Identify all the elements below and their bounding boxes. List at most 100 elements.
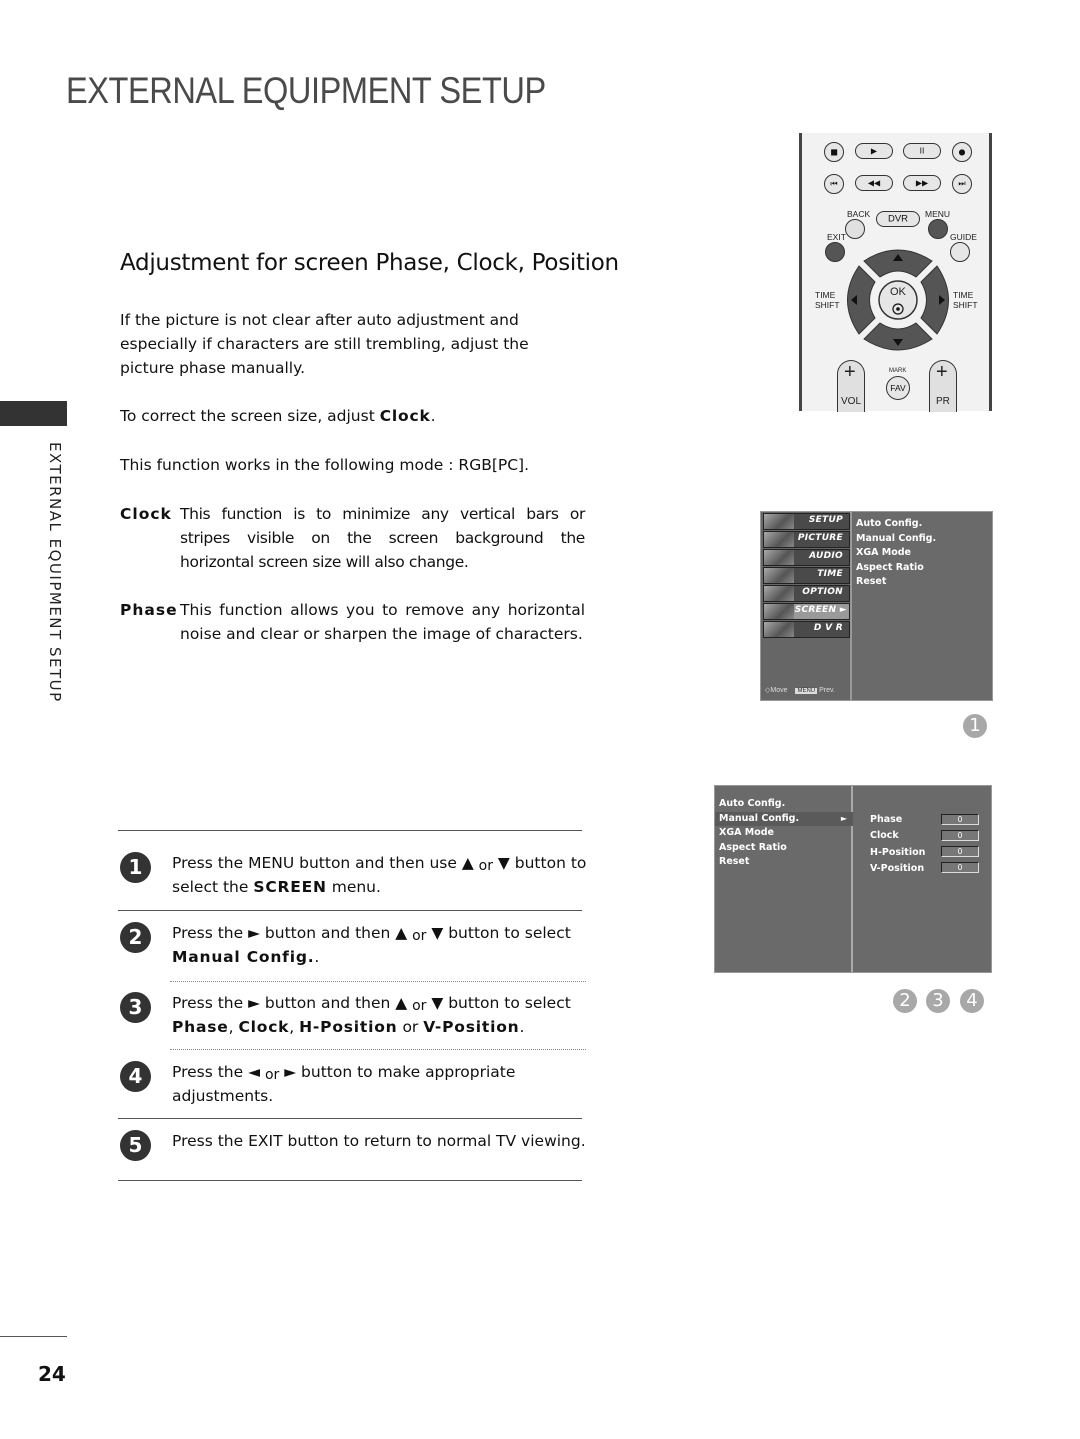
step-marker-3: 3 [926,989,950,1013]
step-number: 4 [120,1061,151,1092]
move-hint: Move [770,687,788,694]
setting-clock-label[interactable]: Clock [870,828,925,844]
setting-v-position-value[interactable]: 0 [941,862,979,873]
submenu-xga-mode[interactable]: XGA Mode [719,826,853,841]
screen-thumbnail-icon [764,604,794,619]
submenu-xga-mode[interactable]: XGA Mode [856,546,936,561]
back-label: BACK [847,209,871,219]
step-marker-4: 4 [960,989,984,1013]
skip-forward-button[interactable]: ⏭ [952,174,972,194]
submenu-manual-config-selected[interactable]: Manual Config. ► [715,811,853,826]
step-number: 5 [120,1130,151,1161]
menu-item-time[interactable]: TIME [763,567,850,584]
fav-button[interactable]: FAV [886,376,910,400]
clock-note-prefix: To correct the screen size, adjust [120,407,380,425]
picture-thumbnail-icon [764,532,794,547]
menu-item-option[interactable]: OPTION [763,585,850,602]
menu-item-setup[interactable]: SETUP [763,513,850,530]
clock-note: To correct the screen size, adjust Clock… [120,404,590,428]
timeshift-left-label-1: TIME [815,290,836,300]
menu-item-label: PICTURE [797,533,843,543]
osd-main-menu: SETUP PICTURE AUDIO TIME OPTION SCREEN ►… [760,511,993,701]
text: . [519,1018,525,1036]
or-text: or [412,928,427,944]
setting-phase-value[interactable]: 0 [941,814,979,825]
option-clock: Clock [238,1018,290,1036]
stop-button[interactable]: ■ [824,142,844,162]
skip-back-button[interactable]: ⏮ [824,174,844,194]
menu-item-screen[interactable]: SCREEN ► [763,603,850,620]
pause-button[interactable]: II [903,143,941,159]
divider [118,1118,582,1119]
setting-h-position-value[interactable]: 0 [941,846,979,857]
back-button[interactable] [845,219,865,239]
text: menu. [326,878,381,896]
skip-forward-icon: ⏭ [958,179,966,188]
submenu-label: Manual Config. [719,812,800,824]
prev-hint: Prev. [819,687,835,694]
remote-control-illustration: ■ ▶ II ● ⏮ ◀◀ ▶▶ ⏭ BACK DVR MENU EXIT GU… [799,133,992,412]
step-number: 3 [120,992,151,1023]
text: ▼ button to select [426,994,571,1012]
menu-item-label: OPTION [802,587,843,597]
osd-footer: ◇Move MENU Prev. [765,686,835,694]
submenu-auto-config[interactable]: Auto Config. [856,517,936,532]
text: or [397,1018,424,1036]
ok-label: OK [890,286,906,298]
right-arrow-icon: ► [840,813,847,823]
menu-item-picture[interactable]: PICTURE [763,531,850,548]
program-rocker[interactable]: + PR [929,360,957,412]
menu-button[interactable] [928,219,948,239]
ok-dot-center [896,307,900,311]
fast-forward-button[interactable]: ▶▶ [903,175,941,191]
text: Press the ► button and then ▲ [172,924,413,942]
text: , [289,1018,300,1036]
or-text: or [264,1067,280,1083]
step-text: Press the EXIT button to return to norma… [172,1130,590,1153]
time-thumbnail-icon [764,568,794,583]
osd-manual-config: Auto Config. Manual Config. ► XGA Mode As… [714,785,992,973]
option-phase: Phase [172,1018,229,1036]
definition-text: This function is to minimize any vertica… [180,505,585,571]
timeshift-right-label-2: SHIFT [953,300,978,310]
setting-clock-value[interactable]: 0 [941,830,979,841]
definition-term: Clock [120,505,172,523]
volume-plus-icon: + [844,361,856,383]
step-number: 2 [120,922,151,953]
page-number: 24 [38,1362,66,1386]
option-thumbnail-icon [764,586,794,601]
footer-divider [0,1336,67,1337]
submenu-reset[interactable]: Reset [719,855,853,870]
menu-item-label: SCREEN ► [794,605,847,615]
definition-phase: Phase This function allows you to remove… [120,598,585,646]
side-tab-bar [0,401,67,426]
skip-back-icon: ⏮ [830,179,838,188]
osd-settings-list: Phase Clock H-Position V-Position [870,812,925,878]
rewind-button[interactable]: ◀◀ [855,175,893,191]
pause-icon: II [919,146,925,156]
play-button[interactable]: ▶ [855,143,893,159]
dvr-label: DVR [887,213,909,225]
submenu-aspect-ratio[interactable]: Aspect Ratio [856,561,936,576]
step-number: 1 [120,852,151,883]
step-5: 5 Press the EXIT button to return to nor… [120,1130,590,1161]
or-text: or [478,858,493,874]
timeshift-left-label-2: SHIFT [815,300,840,310]
menu-item-audio[interactable]: AUDIO [763,549,850,566]
menu-item-dvr[interactable]: D V R [763,621,850,638]
submenu-aspect-ratio[interactable]: Aspect Ratio [719,841,853,856]
dvr-button[interactable]: DVR [876,211,920,227]
submenu-reset[interactable]: Reset [856,575,936,590]
submenu-manual-config[interactable]: Manual Config. [856,532,936,547]
setting-h-position-label[interactable]: H-Position [870,845,925,861]
mark-label: MARK [889,368,907,374]
menu-item-label: SETUP [808,515,843,525]
setting-phase-label[interactable]: Phase [870,812,925,828]
submenu-auto-config[interactable]: Auto Config. [719,797,853,812]
volume-rocker[interactable]: + VOL [837,360,865,412]
osd-submenu: Auto Config. Manual Config. XGA Mode Asp… [856,517,936,590]
osd-menu-column: SETUP PICTURE AUDIO TIME OPTION SCREEN ►… [761,512,852,700]
setting-v-position-label[interactable]: V-Position [870,861,925,877]
divider [118,830,582,831]
record-button[interactable]: ● [952,142,972,162]
